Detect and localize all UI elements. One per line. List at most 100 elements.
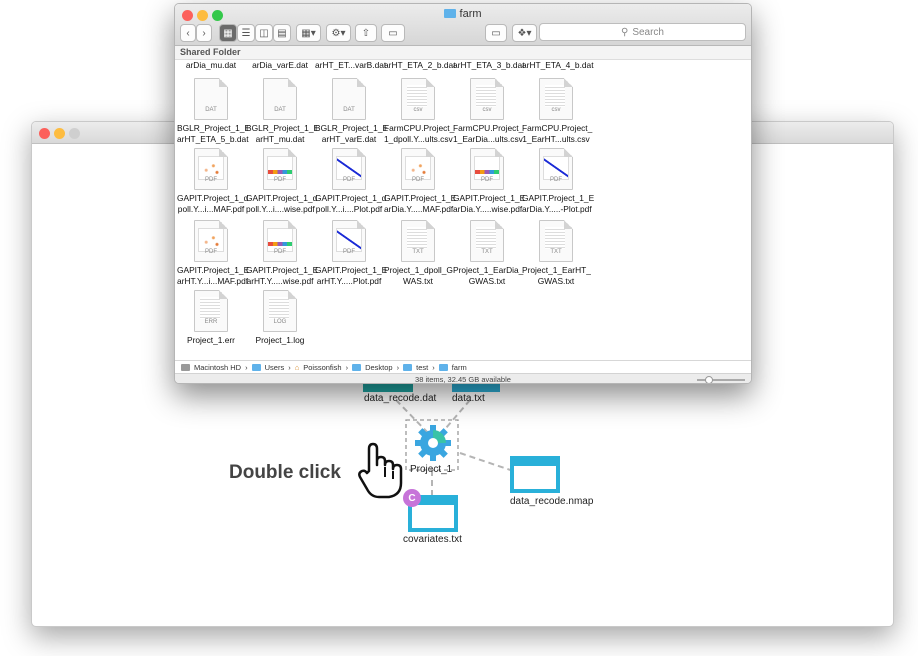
file-label: GWAS.txt xyxy=(537,275,575,286)
file-item[interactable]: PDF GAPIT.Project_1_d poll.Y...i....Plot.p… xyxy=(315,148,387,214)
file-type-tag: TXT xyxy=(412,248,424,255)
file-item[interactable]: PDF GAPIT.Project_1_E arDia.Y.....wise.pdf xyxy=(453,148,525,214)
file-label: arDia.Y.....wise.pdf xyxy=(453,203,523,214)
project-label: Project_1 xyxy=(410,464,453,475)
path-separator-icon: › xyxy=(345,362,349,372)
covariate-badge: C xyxy=(403,489,421,507)
file-label: Project_1_dpoll_G xyxy=(384,265,453,275)
file-type-tag: PDF xyxy=(343,176,355,183)
file-type-tag: TXT xyxy=(481,248,493,255)
file-label: arDia.Y.....-Plot.pdf xyxy=(522,203,592,214)
file-item[interactable]: DAT BGLR_Project_1_E arHT_ETA_5_b.dat xyxy=(177,78,251,144)
file-label: GAPIT.Project_1_E xyxy=(315,265,388,275)
file-label: BGLR_Project_1_E xyxy=(177,123,251,133)
file-label: 1_dpoll.Y...ults.csv xyxy=(384,133,453,144)
file-grid: DAT BGLR_Project_1_E arHT_ETA_5_b.dat DAT BG… xyxy=(177,4,751,360)
file-item[interactable]: PDF GAPIT.Project_1_E arDia.Y.....-Plot.pd… xyxy=(522,148,594,214)
file-label: GAPIT.Project_1_E xyxy=(246,265,319,275)
file-type-tag: PDF xyxy=(205,176,217,183)
nmap-label: data_recode.nmap xyxy=(510,496,594,507)
file-item[interactable]: PDF GAPIT.Project_1_d poll.Y...i....wise.p… xyxy=(246,148,318,214)
file-type-tag: DAT xyxy=(343,106,355,113)
file-label: Project_1.log xyxy=(255,335,305,345)
status-bar: 38 items, 32.45 GB available xyxy=(175,373,751,384)
file-label: arHT.Y...i...MAF.pdf xyxy=(177,275,249,286)
document-file-icon: DAT xyxy=(263,78,297,120)
gear-icon[interactable] xyxy=(412,422,454,464)
folder-icon xyxy=(251,363,261,371)
path-item[interactable]: farm xyxy=(452,363,467,372)
file-item[interactable]: csv FarmCPU.Project_ 1_dpoll.Y...ults.csv xyxy=(384,78,454,144)
file-item[interactable]: TXT Project_1_dpoll_G WAS.txt xyxy=(384,220,453,286)
file-label: WAS.txt xyxy=(403,275,433,286)
file-type-tag: csv xyxy=(551,106,561,113)
file-label: poll.Y...i....wise.pdf xyxy=(246,203,315,214)
file-item[interactable]: DAT BGLR_Project_1_E arHT_mu.dat xyxy=(246,78,320,144)
file-type-tag: PDF xyxy=(274,176,286,183)
finder-window: farm ‹ › ▦ ☰ ◫ ▤ ▦▾ ⚙▾ ⇧ ▭ ▭ ❖▾ ⚲ Search… xyxy=(174,3,752,384)
file-item[interactable]: PDF GAPIT.Project_1_E arHT.Y.....Plot.pdf xyxy=(315,220,388,286)
file-label: GAPIT.Project_1_E xyxy=(384,193,457,203)
file-label: poll.Y...i...MAF.pdf xyxy=(177,203,245,214)
file-type-tag: PDF xyxy=(205,248,217,255)
file-label: arHT.Y.....Plot.pdf xyxy=(316,275,382,286)
document-file-icon: csv xyxy=(539,78,573,120)
file-item[interactable]: DAT BGLR_Project_1_E arHT_varE.dat xyxy=(315,78,388,144)
file-label: arHT_varE.dat xyxy=(321,133,377,144)
path-item[interactable]: Poissonfish xyxy=(303,363,341,372)
file-label: arHT_ETA_5_b.dat xyxy=(177,133,249,144)
data-recode-node-icon[interactable] xyxy=(363,384,413,392)
nmap-node-icon[interactable] xyxy=(510,456,560,493)
pdf-file-icon: PDF xyxy=(332,148,366,190)
folder-icon xyxy=(438,363,448,371)
data-txt-label: data.txt xyxy=(452,393,485,404)
document-file-icon: ERR xyxy=(194,290,228,332)
file-type-tag: csv xyxy=(482,106,492,113)
pdf-file-icon: PDF xyxy=(194,148,228,190)
file-label: FarmCPU.Project_ xyxy=(453,123,524,133)
file-item[interactable]: csv FarmCPU.Project_ 1_EarDia...ults.csv xyxy=(453,78,524,144)
path-separator-icon: › xyxy=(288,362,291,372)
file-item[interactable]: TXT Project_1_EarHT_ GWAS.txt xyxy=(522,220,591,286)
file-type-tag: csv xyxy=(413,106,423,113)
file-label: GAPIT.Project_1_d xyxy=(177,193,249,203)
icon-size-slider-knob[interactable] xyxy=(705,376,713,383)
path-item[interactable]: Macintosh HD xyxy=(194,363,241,372)
pdf-file-icon: PDF xyxy=(332,220,366,262)
status-text: 38 items, 32.45 GB available xyxy=(415,375,511,384)
pdf-file-icon: PDF xyxy=(194,220,228,262)
file-label: 1_EarHT...ults.csv xyxy=(522,133,590,144)
folder-icon xyxy=(352,363,362,371)
path-item[interactable]: test xyxy=(416,363,428,372)
path-item[interactable]: Desktop xyxy=(365,363,393,372)
double-click-caption: Double click xyxy=(229,462,341,483)
path-separator-icon: › xyxy=(245,362,248,372)
file-item[interactable]: PDF GAPIT.Project_1_d poll.Y...i...MAF.pdf xyxy=(177,148,249,214)
file-type-tag: PDF xyxy=(343,248,355,255)
data-recode-label: data_recode.dat xyxy=(364,393,437,404)
file-item[interactable]: TXT Project_1_EarDia_ GWAS.txt xyxy=(453,220,523,286)
file-item[interactable]: PDF GAPIT.Project_1_E arHT.Y...i...MAF.pdf xyxy=(177,220,250,286)
pdf-file-icon: PDF xyxy=(263,220,297,262)
path-item[interactable]: Users xyxy=(265,363,285,372)
file-label: 1_EarDia...ults.csv xyxy=(453,133,523,144)
covariates-label: covariates.txt xyxy=(403,534,462,545)
data-txt-node-icon[interactable] xyxy=(452,384,500,392)
file-item[interactable]: csv FarmCPU.Project_ 1_EarHT...ults.csv xyxy=(522,78,592,144)
file-label: Project_1_EarHT_ xyxy=(522,265,591,275)
document-file-icon: LOG xyxy=(263,290,297,332)
document-file-icon: TXT xyxy=(470,220,504,262)
file-item[interactable]: PDF GAPIT.Project_1_E arDia.Y.....MAF.pdf xyxy=(384,148,457,214)
file-label: arHT_mu.dat xyxy=(255,133,305,144)
file-label: GAPIT.Project_1_E xyxy=(177,265,250,275)
file-item[interactable]: PDF GAPIT.Project_1_E arHT.Y.....wise.pdf xyxy=(246,220,319,286)
file-label: GAPIT.Project_1_d xyxy=(246,193,318,203)
file-label: arDia.Y.....MAF.pdf xyxy=(384,203,454,214)
file-type-tag: ERR xyxy=(204,318,218,325)
document-file-icon: csv xyxy=(401,78,435,120)
file-type-tag: PDF xyxy=(412,176,424,183)
file-item[interactable]: ERR Project_1.err xyxy=(177,290,245,346)
file-item[interactable]: LOG Project_1.log xyxy=(246,290,314,346)
file-label: BGLR_Project_1_E xyxy=(246,123,320,133)
file-label: GAPIT.Project_1_d xyxy=(315,193,387,203)
